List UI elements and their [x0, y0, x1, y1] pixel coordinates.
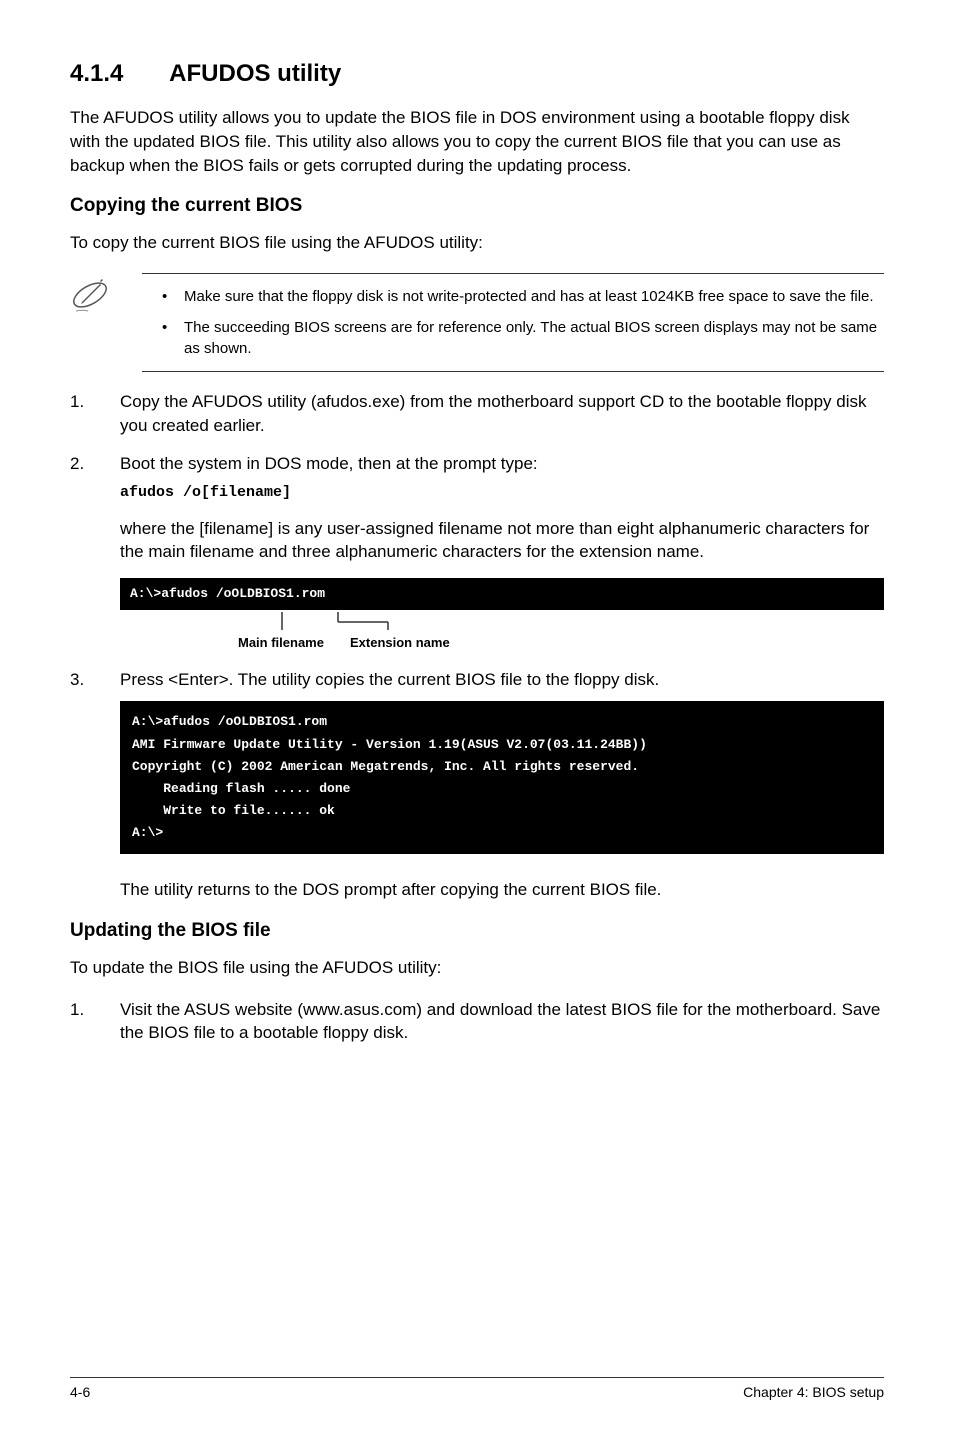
note-content: Make sure that the floppy disk is not wr… — [142, 273, 884, 372]
chapter-label: Chapter 4: BIOS setup — [743, 1384, 884, 1400]
step-item: Press <Enter>. The utility copies the cu… — [70, 668, 884, 902]
updating-steps: Visit the ASUS website (www.asus.com) an… — [70, 998, 884, 1046]
page-number: 4-6 — [70, 1384, 90, 1400]
step-item: Copy the AFUDOS utility (afudos.exe) fro… — [70, 390, 884, 438]
note-icon — [70, 273, 118, 320]
updating-lead: To update the BIOS file using the AFUDOS… — [70, 956, 884, 980]
main-filename-label: Main filename — [238, 634, 324, 652]
step2-code: afudos /o[filename] — [120, 482, 884, 503]
section-number: 4.1.4 — [70, 60, 123, 88]
updating-heading: Updating the BIOS file — [70, 920, 884, 942]
note-block: Make sure that the floppy disk is not wr… — [70, 273, 884, 372]
step2-paragraph: where the [filename] is any user-assigne… — [120, 517, 884, 565]
note-item: Make sure that the floppy disk is not wr… — [162, 286, 884, 307]
extension-name-label: Extension name — [350, 634, 450, 652]
section-title: AFUDOS utility — [169, 60, 341, 87]
section-heading: 4.1.4 AFUDOS utility — [70, 60, 884, 88]
step2-text: Boot the system in DOS mode, then at the… — [120, 454, 538, 473]
copying-heading: Copying the current BIOS — [70, 195, 884, 217]
copying-lead: To copy the current BIOS file using the … — [70, 231, 884, 255]
page-footer: 4-6 Chapter 4: BIOS setup — [70, 1377, 884, 1400]
step-item: Visit the ASUS website (www.asus.com) an… — [70, 998, 884, 1046]
terminal-output: A:\>afudos /oOLDBIOS1.rom AMI Firmware U… — [120, 701, 884, 854]
step3-text: Press <Enter>. The utility copies the cu… — [120, 670, 659, 689]
intro-paragraph: The AFUDOS utility allows you to update … — [70, 106, 884, 177]
filename-diagram: Main filename Extension name — [120, 612, 884, 654]
copying-steps: Copy the AFUDOS utility (afudos.exe) fro… — [70, 390, 884, 902]
step-item: Boot the system in DOS mode, then at the… — [70, 452, 884, 654]
note-item: The succeeding BIOS screens are for refe… — [162, 317, 884, 359]
terminal-line: A:\>afudos /oOLDBIOS1.rom — [130, 586, 325, 601]
post-text: The utility returns to the DOS prompt af… — [120, 878, 884, 902]
terminal-filename: A:\>afudos /oOLDBIOS1.rom — [120, 578, 884, 610]
